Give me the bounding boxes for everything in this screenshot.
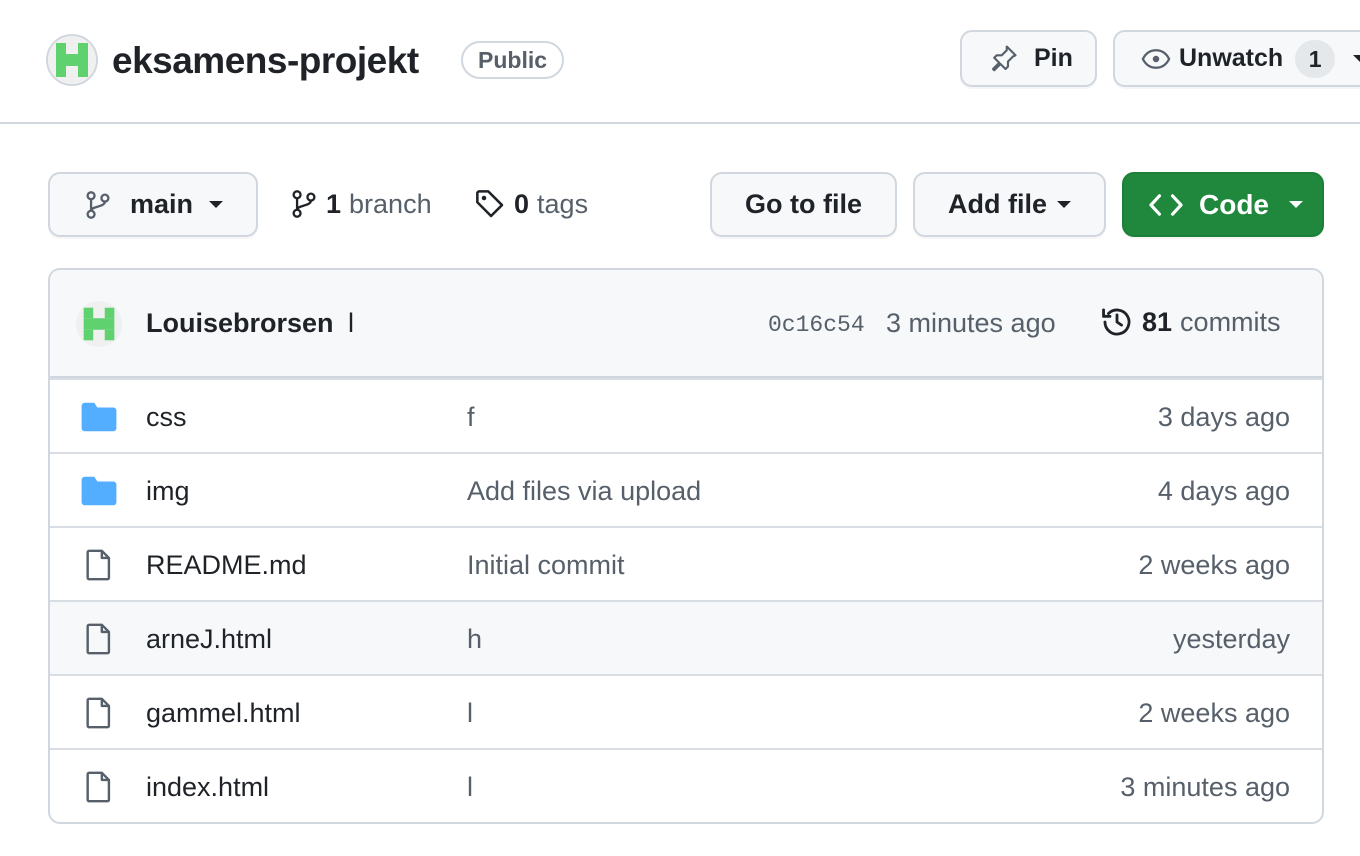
commits-history-link[interactable]: 81 commits [1100, 305, 1281, 339]
code-label: Code [1199, 188, 1269, 220]
commit-message-link[interactable]: l [348, 308, 354, 339]
branch-word: branch [349, 188, 432, 219]
file-row[interactable]: img Add files via upload 4 days ago [50, 452, 1322, 526]
pin-button[interactable]: Pin [960, 30, 1097, 87]
file-icon [86, 623, 111, 655]
add-file-button[interactable]: Add file [913, 172, 1106, 237]
owner-avatar[interactable] [46, 34, 98, 86]
folder-icon [81, 402, 117, 432]
file-name-link[interactable]: gammel.html [146, 698, 301, 729]
file-age: 2 weeks ago [1138, 698, 1290, 728]
tags-link[interactable]: 0 tags [474, 184, 588, 224]
unwatch-button[interactable]: Unwatch 1 [1113, 30, 1360, 87]
unwatch-label: Unwatch [1179, 44, 1284, 72]
file-name-link[interactable]: css [146, 402, 187, 433]
file-age: yesterday [1172, 624, 1290, 654]
file-commit-message-link[interactable]: Initial commit [467, 550, 625, 581]
file-row[interactable]: css f 3 days ago [50, 378, 1322, 452]
file-icon [86, 697, 111, 729]
add-file-label: Add file [948, 189, 1047, 219]
chevron-down-icon [209, 201, 224, 208]
identicon-icon [48, 36, 96, 84]
file-name-link[interactable]: img [146, 476, 190, 507]
folder-icon [81, 476, 117, 506]
file-commit-message-link[interactable]: l [467, 698, 473, 729]
branch-name: main [130, 189, 194, 219]
tag-word: tags [537, 188, 589, 219]
repo-header: eksamens-projekt Public Pin Unwatch 1 [0, 0, 1360, 124]
file-age: 2 weeks ago [1138, 550, 1290, 580]
file-list: Louisebrorsen l 0c16c54 3 minutes ago 81… [48, 268, 1324, 824]
latest-commit-bar: Louisebrorsen l 0c16c54 3 minutes ago 81… [50, 270, 1322, 378]
tag-icon [476, 190, 504, 218]
identicon-icon [76, 301, 122, 347]
file-name-link[interactable]: README.md [146, 550, 307, 581]
file-icon [86, 549, 111, 581]
chevron-down-icon [1057, 201, 1071, 208]
branches-link[interactable]: 1 branch [290, 184, 432, 224]
file-age: 4 days ago [1157, 476, 1290, 506]
branch-icon [86, 190, 110, 219]
branch-icon [292, 190, 316, 218]
chevron-down-icon[interactable] [1353, 55, 1360, 62]
history-icon [1102, 308, 1131, 336]
file-commit-message-link[interactable]: l [467, 772, 473, 803]
pin-icon [991, 44, 1017, 71]
file-name-link[interactable]: arneJ.html [146, 624, 272, 655]
file-row[interactable]: index.html l 3 minutes ago [50, 748, 1322, 822]
file-age: 3 days ago [1157, 402, 1290, 432]
file-icon [86, 771, 111, 803]
file-row[interactable]: gammel.html l 2 weeks ago [50, 674, 1322, 748]
file-commit-message-link[interactable]: h [467, 624, 482, 655]
eye-icon [1141, 48, 1171, 69]
visibility-badge: Public [461, 41, 565, 79]
watchers-count: 1 [1295, 39, 1336, 78]
commit-count: 81 [1142, 306, 1173, 337]
commit-word: commits [1180, 306, 1281, 337]
tag-count: 0 [514, 188, 530, 219]
branch-count: 1 [326, 188, 342, 219]
file-row[interactable]: arneJ.html h yesterday [50, 600, 1322, 674]
file-name-link[interactable]: index.html [146, 772, 269, 803]
code-icon [1149, 193, 1183, 216]
repo-name-link[interactable]: eksamens-projekt [112, 38, 419, 84]
chevron-down-icon [1289, 201, 1303, 208]
commit-author-avatar[interactable] [76, 301, 122, 347]
file-commit-message-link[interactable]: f [467, 402, 475, 433]
branch-selector-button[interactable]: main [48, 172, 258, 237]
go-to-file-button[interactable]: Go to file [710, 172, 897, 237]
file-row[interactable]: README.md Initial commit 2 weeks ago [50, 526, 1322, 600]
file-commit-message-link[interactable]: Add files via upload [467, 476, 701, 507]
file-age: 3 minutes ago [1120, 772, 1290, 802]
commit-sha-link[interactable]: 0c16c54 [768, 312, 865, 338]
commit-age: 3 minutes ago [886, 308, 1056, 338]
commit-author-link[interactable]: Louisebrorsen [146, 308, 334, 339]
code-button[interactable]: Code [1122, 172, 1324, 237]
pin-label: Pin [1034, 44, 1073, 72]
